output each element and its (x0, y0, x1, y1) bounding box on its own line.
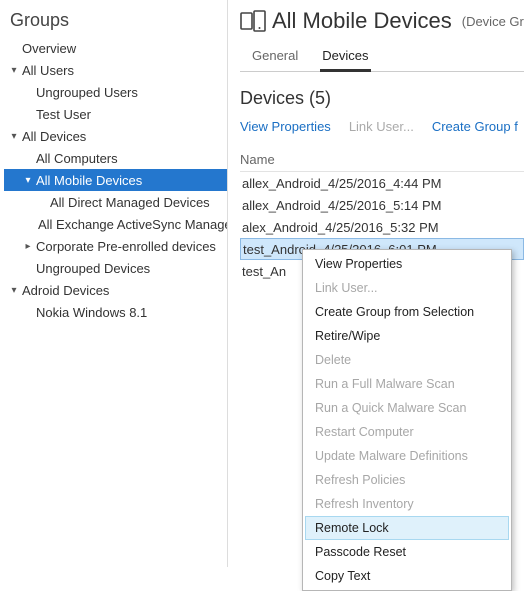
page-header: All Mobile Devices (Device Grou (240, 0, 524, 38)
context-menu-item: Run a Quick Malware Scan (305, 396, 509, 420)
tabs: GeneralDevices (240, 42, 524, 72)
tree-item-label: All Exchange ActiveSync Managed D (36, 217, 228, 232)
action-link: Link User... (349, 119, 414, 134)
context-menu-item: Refresh Inventory (305, 492, 509, 516)
context-menu: View PropertiesLink User...Create Group … (302, 249, 512, 591)
section-title: Devices (5) (240, 72, 524, 119)
context-menu-item[interactable]: Retire/Wipe (305, 324, 509, 348)
context-menu-item: Run a Full Malware Scan (305, 372, 509, 396)
device-row[interactable]: allex_Android_4/25/2016_5:14 PM (240, 194, 524, 216)
tree-item-label: Test User (34, 107, 91, 122)
tree-item[interactable]: All Exchange ActiveSync Managed D (4, 213, 227, 235)
tree-item-label: Nokia Windows 8.1 (34, 305, 147, 320)
tree-item-label: All Devices (20, 129, 86, 144)
tree-item-label: Adroid Devices (20, 283, 109, 298)
tree-item[interactable]: Ungrouped Users (4, 81, 227, 103)
chevron-down-icon[interactable]: ▾ (8, 131, 20, 142)
context-menu-item[interactable]: Create Group from Selection (305, 300, 509, 324)
chevron-right-icon[interactable]: ▸ (22, 241, 34, 252)
sidebar: Groups Overview▾All UsersUngrouped Users… (0, 0, 228, 567)
tree-item[interactable]: Test User (4, 103, 227, 125)
tree-item[interactable]: ▾All Users (4, 59, 227, 81)
column-header-name[interactable]: Name (240, 148, 524, 172)
tree-item[interactable]: Ungrouped Devices (4, 257, 227, 279)
page-subtitle: (Device Grou (462, 14, 524, 29)
tree-item[interactable]: All Computers (4, 147, 227, 169)
context-menu-item[interactable]: View Properties (305, 252, 509, 276)
context-menu-item: Update Malware Definitions (305, 444, 509, 468)
tree-item-label: Ungrouped Devices (34, 261, 150, 276)
tree-item[interactable]: ▸Corporate Pre-enrolled devices (4, 235, 227, 257)
context-menu-item: Link User... (305, 276, 509, 300)
tree-item-label: Overview (20, 41, 76, 56)
tree-item[interactable]: Nokia Windows 8.1 (4, 301, 227, 323)
action-link[interactable]: View Properties (240, 119, 331, 134)
chevron-down-icon[interactable]: ▾ (8, 65, 20, 76)
context-menu-item[interactable]: Remote Lock (305, 516, 509, 540)
action-link[interactable]: Create Group f (432, 119, 518, 134)
tree-item[interactable]: ▾Adroid Devices (4, 279, 227, 301)
device-row[interactable]: allex_Android_4/25/2016_4:44 PM (240, 172, 524, 194)
tree-item[interactable]: ▾All Mobile Devices (4, 169, 227, 191)
tree-item[interactable]: Overview (4, 37, 227, 59)
context-menu-item[interactable]: Passcode Reset (305, 540, 509, 564)
tree-item-label: Ungrouped Users (34, 85, 138, 100)
context-menu-item: Refresh Policies (305, 468, 509, 492)
context-menu-item: Delete (305, 348, 509, 372)
tab-devices[interactable]: Devices (310, 42, 380, 71)
tree-item[interactable]: ▾All Devices (4, 125, 227, 147)
context-menu-item[interactable]: Copy Text (305, 564, 509, 588)
tab-general[interactable]: General (240, 42, 310, 71)
chevron-down-icon[interactable]: ▾ (22, 175, 34, 186)
chevron-down-icon[interactable]: ▾ (8, 285, 20, 296)
mobile-devices-icon (240, 10, 266, 32)
tree-item-label: All Users (20, 63, 74, 78)
tree-item[interactable]: All Direct Managed Devices (4, 191, 227, 213)
page-title: All Mobile Devices (272, 8, 452, 34)
action-bar: View Properties Link User... Create Group … (240, 119, 524, 148)
tree: Overview▾All UsersUngrouped UsersTest Us… (4, 37, 227, 323)
tree-item-label: All Direct Managed Devices (48, 195, 210, 210)
tree-item-label: All Mobile Devices (34, 173, 142, 188)
device-row[interactable]: alex_Android_4/25/2016_5:32 PM (240, 216, 524, 238)
context-menu-item: Restart Computer (305, 420, 509, 444)
tree-item-label: Corporate Pre-enrolled devices (34, 239, 216, 254)
tree-item-label: All Computers (34, 151, 118, 166)
sidebar-title: Groups (4, 8, 227, 37)
